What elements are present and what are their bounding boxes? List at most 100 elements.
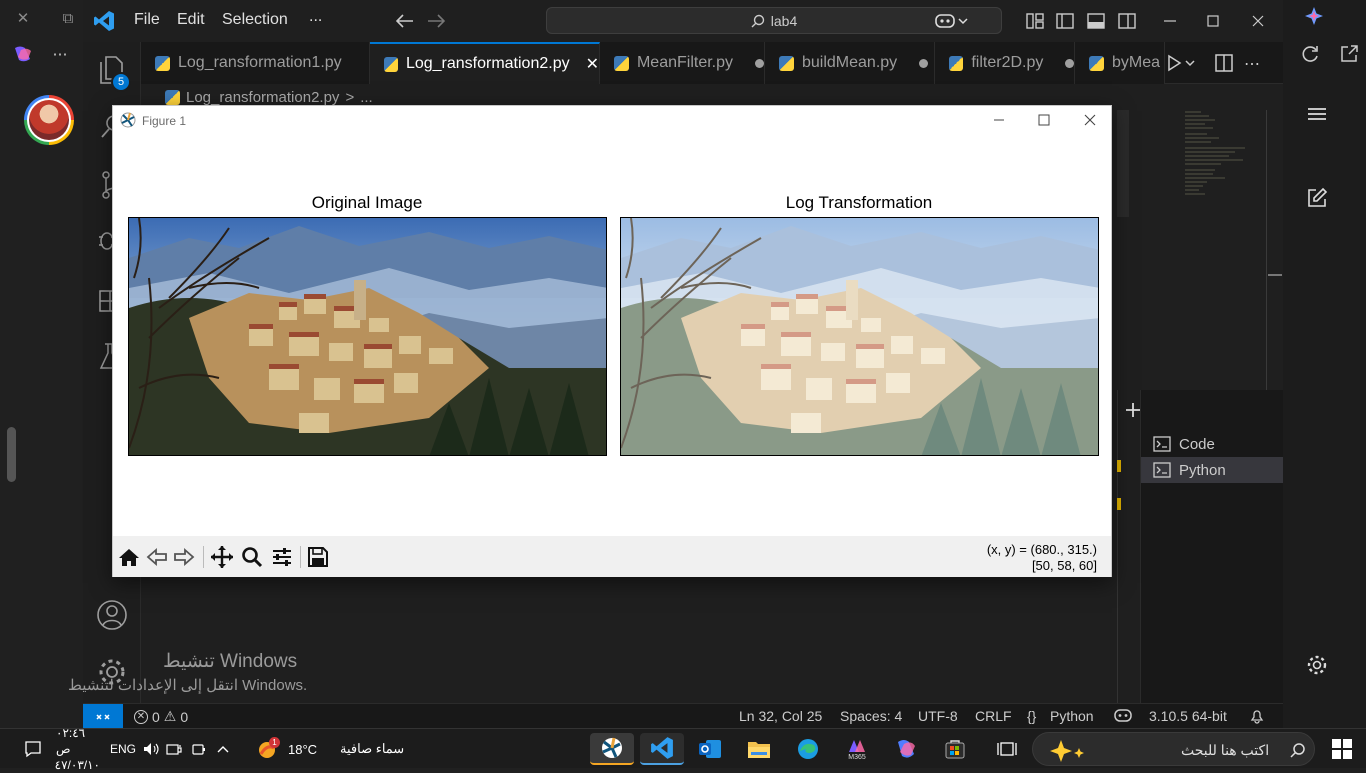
taskbar-app-edge[interactable] (788, 733, 828, 765)
matplotlib-figure-window[interactable]: Figure 1 Original Image Log Transformati… (112, 105, 1112, 577)
taskbar-app-vscode[interactable] (640, 733, 684, 765)
more-actions-icon[interactable]: ⋯ (1244, 54, 1264, 73)
taskbar-app-matplotlib[interactable] (590, 733, 634, 765)
indentation[interactable]: Spaces: 4 (840, 708, 902, 724)
breadcrumb-symbol[interactable]: ... (360, 89, 373, 106)
clock-time[interactable]: ٠٢:٤٦ ص (56, 725, 100, 757)
more-icon[interactable]: ⋯ (49, 43, 71, 65)
warning-icon: ⚠ (163, 708, 177, 724)
compose-edit-icon[interactable] (1306, 187, 1328, 209)
run-python-file-icon[interactable] (1167, 54, 1197, 72)
tab-log-transformation1[interactable]: Log_ransformation1.py (141, 42, 370, 84)
language-mode[interactable]: Python (1050, 708, 1094, 724)
figure-titlebar[interactable]: Figure 1 (113, 106, 1111, 134)
minimap[interactable] (1181, 110, 1257, 200)
close-icon[interactable]: ✕ (12, 7, 34, 29)
vscode-titlebar: File Edit Selection ... lab4 (83, 0, 1283, 42)
taskbar-app-file-explorer[interactable] (739, 733, 779, 765)
tab-label: byMea (1112, 54, 1161, 71)
copilot-status-icon[interactable] (1113, 707, 1133, 725)
tab-buildmean[interactable]: buildMean.py (765, 42, 935, 84)
toolbar-separator (300, 546, 301, 568)
taskbar-task-view[interactable] (987, 733, 1027, 765)
toggle-secondary-sidebar-icon[interactable] (1117, 11, 1137, 31)
unsaved-dot-icon (755, 58, 764, 68)
split-editor-icon[interactable] (1215, 54, 1233, 72)
volume-icon[interactable] (143, 742, 159, 756)
network-icon[interactable] (166, 742, 184, 756)
outlook-icon (699, 740, 721, 758)
toggle-panel-icon[interactable] (1086, 11, 1106, 31)
figure-minimize-icon[interactable] (990, 111, 1008, 129)
taskbar-app-store[interactable] (935, 733, 975, 765)
home-icon[interactable] (117, 545, 141, 569)
copilot-chat-icon[interactable] (935, 11, 969, 31)
menu-selection[interactable]: Selection (222, 11, 288, 29)
minimize-icon[interactable] (1160, 11, 1180, 31)
back-arrow-icon[interactable] (395, 11, 415, 31)
hamburger-menu-icon[interactable] (1306, 105, 1328, 123)
tab-meanfilter[interactable]: MeanFilter.py (600, 42, 765, 84)
figure-maximize-icon[interactable] (1035, 111, 1053, 129)
unsaved-dot-icon (919, 58, 929, 68)
pan-move-icon[interactable] (210, 545, 234, 569)
tab-bymean[interactable]: byMea (1075, 42, 1165, 84)
zoom-magnifier-icon[interactable] (240, 545, 264, 569)
taskbar-app-m365[interactable]: M365 (837, 733, 877, 765)
notifications-bell-icon[interactable] (1249, 708, 1265, 724)
end-of-line[interactable]: CRLF (975, 708, 1012, 724)
breadcrumb-file[interactable]: Log_ransformation2.py (186, 89, 339, 106)
figure-close-icon[interactable] (1081, 111, 1099, 129)
encoding[interactable]: UTF-8 (918, 708, 958, 724)
save-floppy-icon[interactable] (306, 545, 330, 569)
open-in-new-icon[interactable] (1339, 44, 1359, 64)
menu-file[interactable]: File (134, 11, 160, 29)
terminal-item-python[interactable]: Python (1141, 457, 1284, 483)
close-window-icon[interactable] (1248, 11, 1268, 31)
menu-more[interactable]: ... (309, 8, 322, 26)
weather-condition[interactable]: سماء صافية (340, 729, 404, 769)
settings-gear-icon[interactable] (1306, 654, 1328, 676)
terminal-item-code[interactable]: Code (1141, 431, 1284, 457)
scroll-handle[interactable] (7, 427, 16, 482)
battery-icon[interactable] (191, 742, 207, 756)
clock-date[interactable]: ٤٧/٠٣/١٠ (55, 757, 100, 773)
copilot-icon[interactable] (12, 45, 34, 63)
editor-scrollbar[interactable] (1117, 110, 1129, 217)
log-transformed-image (620, 217, 1099, 456)
notification-center-icon[interactable] (24, 740, 42, 758)
taskbar-app-copilot[interactable] (886, 733, 926, 765)
configure-subplots-icon[interactable] (270, 545, 294, 569)
maximize-icon[interactable] (1203, 11, 1223, 31)
right-subplot-title: Log Transformation (785, 193, 933, 212)
menu-edit[interactable]: Edit (177, 11, 205, 29)
tab-filter2d[interactable]: filter2D.py (935, 42, 1075, 84)
search-placeholder: اكتب هنا للبحث (1181, 742, 1270, 758)
accounts-icon[interactable] (96, 599, 128, 631)
customize-layout-icon[interactable] (1025, 11, 1045, 31)
toolbar-separator (203, 546, 204, 568)
weather-temperature[interactable]: 18°C (288, 729, 317, 769)
taskbar-app-outlook[interactable] (690, 733, 730, 765)
show-hidden-icons-chevron-icon[interactable] (216, 742, 230, 756)
tab-log-transformation2[interactable]: Log_ransformation2.py ✕ (370, 42, 600, 84)
tabs-icon[interactable]: ⧉ (57, 7, 79, 29)
profile-avatar[interactable] (24, 95, 74, 145)
windows-start-icon[interactable] (1332, 739, 1352, 759)
forward-arrow-icon[interactable] (426, 11, 446, 31)
back-icon[interactable] (145, 545, 169, 569)
command-search-input[interactable]: lab4 (546, 7, 1002, 34)
edge-icon (798, 739, 818, 759)
refresh-icon[interactable] (1300, 44, 1320, 64)
tab-label: Log_ransformation2.py (405, 55, 570, 72)
terminal-list: Code Python (1140, 390, 1284, 703)
forward-icon[interactable] (172, 545, 196, 569)
input-language[interactable]: ENG (110, 729, 136, 769)
problems-indicator[interactable]: ✕ 0 ⚠ 0 (134, 708, 188, 725)
toggle-primary-sidebar-icon[interactable] (1055, 11, 1075, 31)
cursor-position[interactable]: Ln 32, Col 25 (739, 708, 822, 724)
python-interpreter[interactable]: 3.10.5 64-bit (1149, 708, 1227, 724)
copilot-sparkle-icon[interactable] (1304, 6, 1324, 26)
taskbar-search-box[interactable]: اكتب هنا للبحث (1032, 732, 1315, 766)
tab-close-icon[interactable]: ✕ (586, 54, 599, 74)
